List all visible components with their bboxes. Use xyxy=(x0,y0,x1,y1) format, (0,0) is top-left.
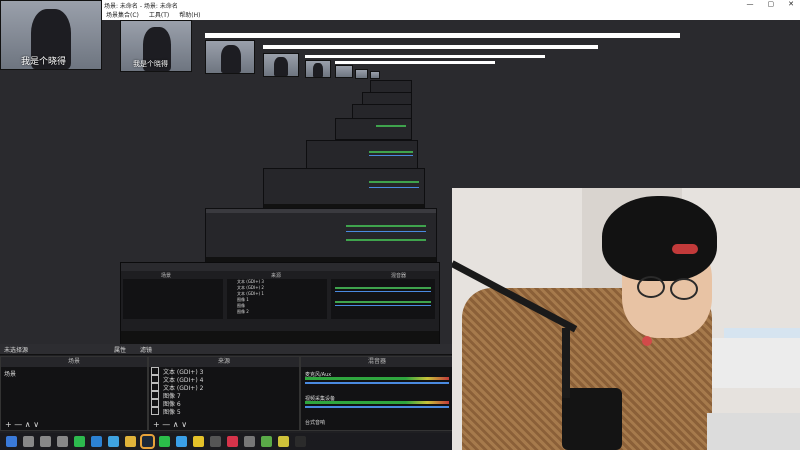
source-label: 图像 5 xyxy=(163,408,181,416)
nested-obs-layer xyxy=(205,208,437,266)
text-icon xyxy=(151,375,159,383)
grid-app-icon[interactable] xyxy=(57,436,68,447)
clock-icon[interactable] xyxy=(193,436,204,447)
mixer-channel: 麦克风/Aux xyxy=(305,369,449,391)
maximize-button[interactable]: ▢ xyxy=(768,0,775,8)
menu-item-help[interactable]: 帮助(H) xyxy=(179,10,200,20)
window-controls: — ▢ ✕ xyxy=(747,0,795,8)
preview-thumbnail xyxy=(205,40,255,74)
properties-button[interactable]: 属性 xyxy=(114,345,126,354)
camera-feed xyxy=(452,188,800,450)
netease-icon[interactable] xyxy=(227,436,238,447)
scene-item[interactable]: 场景 xyxy=(1,367,147,380)
mixer-panel: 混音器 麦克风/Aux 视频采集设备 台式音响 xyxy=(300,356,454,431)
window-title: 场景: 未命名 - 场景: 未命名 xyxy=(104,3,178,10)
scenes-header: 场景 xyxy=(161,273,172,279)
edge-icon[interactable] xyxy=(91,436,102,447)
image-icon xyxy=(151,407,159,415)
scenes-controls[interactable]: + — ∧ ∨ xyxy=(1,420,39,430)
no-source-selected-label: 未选择源 xyxy=(4,347,29,354)
mixer-channel: 视频采集设备 xyxy=(305,393,449,415)
nested-obs-panel: 场景 来源 混音器 文本 (GDI+) 3 文本 (GDI+) 2 文本 (GD… xyxy=(120,262,440,346)
browser-icon[interactable] xyxy=(176,436,187,447)
nested-window-strip xyxy=(305,55,545,58)
game-icon[interactable] xyxy=(210,436,221,447)
nested-obs-layer xyxy=(306,140,418,170)
scenes-panel: 场景 场景 + — ∧ ∨ xyxy=(0,356,148,431)
volume-slider[interactable] xyxy=(305,406,449,408)
image-icon xyxy=(151,399,159,407)
thumbnail-caption: 我是个晓得 xyxy=(21,57,67,67)
obs-dock: 未选择源 属性 滤镜 场景 场景 + — ∧ ∨ 来源 文本 (GDI+) 3 … xyxy=(0,344,454,433)
windows-start-icon[interactable] xyxy=(6,436,17,447)
preview-thumbnail xyxy=(305,60,331,78)
mixer-panel xyxy=(331,279,435,319)
volume-slider[interactable] xyxy=(305,382,449,384)
nested-obs-layer xyxy=(335,118,412,140)
menu-item-tools[interactable]: 工具(T) xyxy=(149,10,169,20)
qq-icon[interactable] xyxy=(159,436,170,447)
thumbnail-caption: 我是个晓得 xyxy=(133,60,168,68)
volume-meter xyxy=(305,401,449,404)
dock-header: 未选择源 属性 滤镜 xyxy=(0,344,452,355)
menu-item-scene-collection[interactable]: 场景集合(C) xyxy=(106,10,139,20)
filters-button[interactable]: 滤镜 xyxy=(140,345,152,354)
nested-taskbar xyxy=(121,331,439,345)
volume-meter xyxy=(305,377,449,380)
window-titlebar: 场景: 未命名 - 场景: 未命名 — ▢ ✕ xyxy=(100,0,800,10)
mail-icon[interactable] xyxy=(261,436,272,447)
source-row[interactable]: 图像 5 xyxy=(149,407,299,416)
windows-taskbar xyxy=(0,433,452,450)
chat-icon[interactable] xyxy=(108,436,119,447)
nested-window-strip xyxy=(335,61,495,64)
sources-header: 来源 xyxy=(271,273,282,279)
menu-bar: 场景集合(C) 工具(T) 帮助(H) xyxy=(100,10,800,20)
sources-header: 来源 xyxy=(149,357,299,367)
preview-thumbnail xyxy=(335,65,353,78)
mixer-channel-label: 台式音响 xyxy=(305,420,326,426)
minimize-button[interactable]: — xyxy=(747,0,754,8)
nested-obs-layer xyxy=(263,168,425,210)
wechat-icon[interactable] xyxy=(74,436,85,447)
search-icon[interactable] xyxy=(23,436,34,447)
obs-icon[interactable] xyxy=(295,436,306,447)
text-icon xyxy=(151,383,159,391)
preview-thumbnail xyxy=(370,71,380,79)
image-icon xyxy=(151,391,159,399)
mixer-header: 混音器 xyxy=(301,357,453,367)
preview-thumbnail: 我是个晓得 xyxy=(0,0,102,70)
monitor-icon[interactable] xyxy=(244,436,255,447)
source-item[interactable]: 图像 2 xyxy=(227,309,327,315)
sources-list: 文本 (GDI+) 3 文本 (GDI+) 2 文本 (GDI+) 1 图像 1… xyxy=(227,279,327,319)
folder-icon[interactable] xyxy=(125,436,136,447)
text-icon xyxy=(151,367,159,375)
sources-controls[interactable]: + — ∧ ∨ xyxy=(149,420,187,430)
preview-thumbnail: 我是个晓得 xyxy=(120,20,192,72)
scenes-header: 场景 xyxy=(1,357,147,367)
close-button[interactable]: ✕ xyxy=(788,0,794,8)
task-view-icon[interactable] xyxy=(40,436,51,447)
nested-window-strip xyxy=(263,45,598,49)
steam-icon[interactable] xyxy=(140,434,155,449)
preview-thumbnail xyxy=(263,53,299,77)
sources-panel: 来源 文本 (GDI+) 3 文本 (GDI+) 4 文本 (GDI+) 2 图… xyxy=(148,356,300,431)
app2-icon[interactable] xyxy=(278,436,289,447)
mixer-header: 混音器 xyxy=(391,273,407,279)
nested-window-strip xyxy=(205,33,680,38)
preview-thumbnail xyxy=(355,69,368,79)
